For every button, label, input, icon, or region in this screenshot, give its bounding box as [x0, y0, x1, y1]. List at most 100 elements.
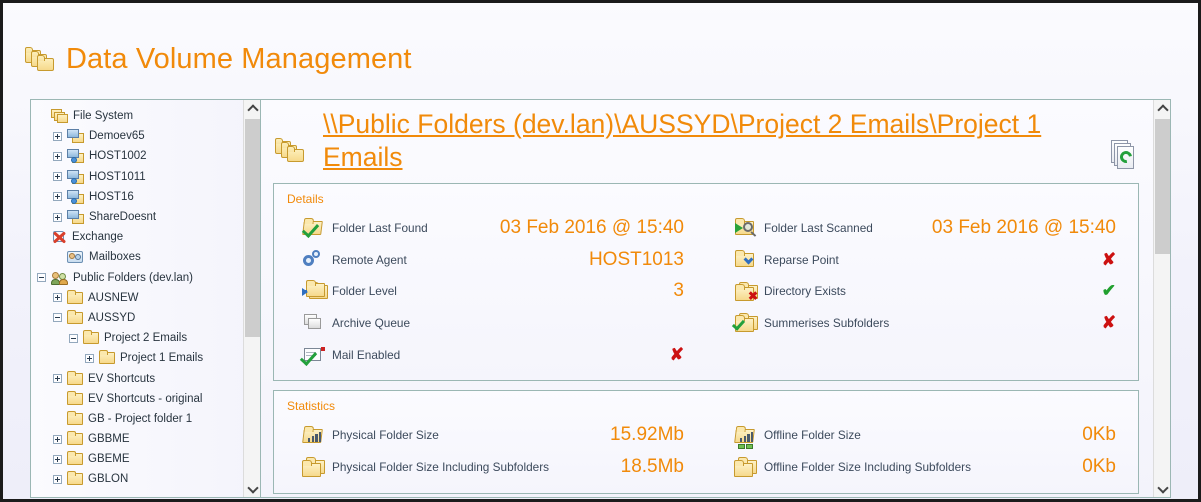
tree-item-public-folders-dev-lan[interactable]: Public Folders (dev.lan): [37, 268, 243, 288]
expand-icon[interactable]: [53, 172, 62, 182]
tree-item-host1002[interactable]: HOST1002: [37, 146, 243, 166]
expand-icon[interactable]: [85, 353, 94, 363]
expand-icon[interactable]: [53, 192, 62, 202]
detail-row: Folder Last Scanned 03 Feb 2016 @ 15:40: [734, 212, 1116, 244]
content-vertical-scrollbar[interactable]: [1153, 100, 1170, 497]
detail-row-value: 0Kb: [1082, 424, 1116, 446]
folders-stack-icon: [275, 137, 305, 163]
tree-item-ev-shortcuts[interactable]: EV Shortcuts: [37, 368, 243, 388]
tree-item-label: File System: [73, 110, 134, 123]
mailboxes-icon: [67, 250, 84, 264]
row-icon-wrapper: [302, 279, 332, 302]
tree-item-label: EV Shortcuts: [88, 372, 156, 385]
row-icon-wrapper: [302, 249, 332, 270]
expand-icon[interactable]: [53, 151, 62, 161]
tree-item-label: HOST1011: [89, 170, 146, 183]
tree-item-gbbme[interactable]: GBBME: [37, 429, 243, 449]
tree-scroll-down-button[interactable]: [243, 480, 260, 497]
folder-chart-network-stack-icon: [734, 456, 758, 478]
tree-item-label: Public Folders (dev.lan): [73, 271, 193, 284]
details-left-column: Folder Last Found 03 Feb 2016 @ 15:40 Remo…: [274, 212, 706, 370]
folder-stack-arrow-icon: [302, 279, 328, 302]
main-frame: File System Demoev65 HOST1002 HOST1011 HOST1…: [30, 99, 1171, 498]
detail-row-value: 3: [673, 280, 684, 302]
folder-icon: [67, 289, 83, 304]
collapse-icon[interactable]: [37, 273, 46, 283]
tree-item-label: GBLON: [88, 473, 129, 486]
tree-item-ausnew[interactable]: AUSNEW: [37, 288, 243, 308]
tree-item-sharedoesnt[interactable]: ShareDoesnt: [37, 207, 243, 227]
detail-row: Folder Last Found 03 Feb 2016 @ 15:40: [301, 212, 684, 244]
folder-icon: [99, 350, 115, 365]
tree-scroll-thumb[interactable]: [244, 119, 260, 337]
folders-stack-icon: [51, 109, 68, 124]
folder-icon: [67, 451, 83, 466]
tree-item-gbeme[interactable]: GBEME: [37, 449, 243, 469]
collapse-icon[interactable]: [53, 313, 62, 323]
folder-chart-network-icon: [734, 425, 758, 449]
row-icon-wrapper: [302, 312, 332, 333]
detail-row-label: Folder Level: [332, 284, 397, 299]
content-scroll-track[interactable]: [1153, 117, 1170, 480]
detail-row: Archive Queue: [302, 307, 684, 339]
tree-item-host16[interactable]: HOST16: [37, 187, 243, 207]
detail-row: Physical Folder Size Including Subfolder…: [302, 451, 684, 483]
expand-icon[interactable]: [53, 293, 62, 303]
statistics-left-column: Physical Folder Size 15.92Mb Physical Fold…: [274, 419, 706, 482]
detail-row-label: Folder Last Scanned: [764, 220, 873, 235]
server-drive-icon: [67, 210, 84, 225]
tree-item-label: EV Shortcuts - original: [88, 392, 203, 405]
tree-item-label: Project 1 Emails: [120, 352, 204, 365]
tree-item-ev-shortcuts-original[interactable]: EV Shortcuts - original: [37, 389, 243, 409]
folder-chart-icon: [302, 425, 326, 446]
tree-item-aussyd[interactable]: AUSSYD: [37, 308, 243, 328]
tree-item-exchange[interactable]: Exchange: [37, 227, 243, 247]
expand-icon[interactable]: [53, 212, 62, 222]
detail-row-label: Offline Folder Size: [764, 428, 861, 443]
tree-item-mailboxes[interactable]: Mailboxes: [37, 247, 243, 267]
tree-item-host1011[interactable]: HOST1011: [37, 167, 243, 187]
expand-icon[interactable]: [53, 474, 62, 484]
row-icon-wrapper: [299, 344, 332, 367]
tree-item-project-1-emails[interactable]: Project 1 Emails: [37, 348, 243, 368]
folder-reparse-icon: [734, 249, 758, 270]
content-scroll-down-button[interactable]: [1153, 480, 1170, 497]
detail-row: ✖ Directory Exists ✔: [734, 275, 1116, 307]
tree-vertical-scrollbar[interactable]: [243, 100, 260, 497]
detail-row: Offline Folder Size Including Subfolders…: [734, 451, 1116, 483]
tree-item-label: GB - Project folder 1: [88, 412, 193, 425]
refresh-pages-icon[interactable]: [1111, 140, 1137, 170]
detail-row: Physical Folder Size 15.92Mb: [302, 419, 684, 451]
tree-item-label: HOST16: [89, 190, 134, 203]
expand-icon[interactable]: [53, 374, 62, 384]
tree-item-demoev65[interactable]: Demoev65: [37, 126, 243, 146]
tree-item-gb-project-folder-1[interactable]: GB - Project folder 1: [37, 409, 243, 429]
tree-scroll-track[interactable]: [243, 117, 260, 480]
expand-icon[interactable]: [53, 434, 62, 444]
tree-item-file-system[interactable]: File System: [37, 106, 243, 126]
folder-path-link[interactable]: \\Public Folders (dev.lan)\AUSSYD\Projec…: [313, 108, 1103, 174]
detail-row-value: 03 Feb 2016 @ 15:40: [499, 216, 684, 238]
tree-scroll-up-button[interactable]: [243, 100, 260, 117]
content-scroll-thumb[interactable]: [1154, 119, 1170, 254]
folder-check-icon: [301, 217, 326, 239]
expand-icon[interactable]: [53, 131, 62, 141]
tree-item-project-2-emails[interactable]: Project 2 Emails: [37, 328, 243, 348]
detail-row: Mail Enabled ✘: [299, 339, 684, 371]
tree-item-label: AUSNEW: [88, 291, 139, 304]
collapse-icon[interactable]: [69, 333, 78, 343]
tree-item-gblon[interactable]: GBLON: [37, 469, 243, 489]
exchange-icon: [51, 230, 67, 245]
content-scroll-up-button[interactable]: [1153, 100, 1170, 117]
tree-item-label: HOST1002: [89, 150, 147, 163]
detail-row: Remote Agent HOST1013: [302, 244, 684, 276]
document-title-row: \\Public Folders (dev.lan)\AUSSYD\Projec…: [273, 108, 1139, 174]
public-folders-icon: [51, 271, 68, 285]
detail-row-value: ✘: [1101, 249, 1116, 269]
detail-row-label: Summerises Subfolders: [764, 315, 890, 330]
expand-icon[interactable]: [53, 454, 62, 464]
server-drive-agent-icon: [67, 149, 84, 164]
